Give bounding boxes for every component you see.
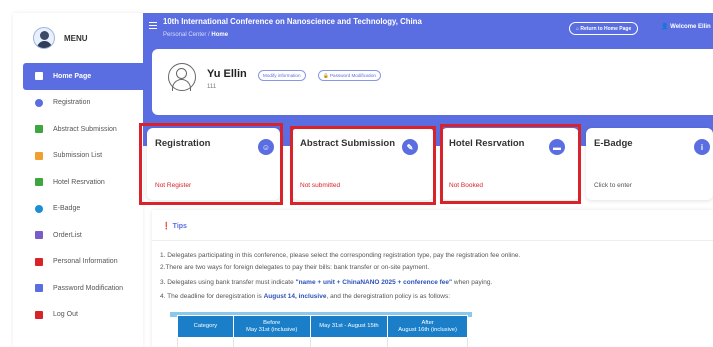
modify-information-button[interactable]: Modify information	[258, 70, 306, 81]
sidebar-item-label: Hotel Resrvation	[53, 178, 105, 186]
sidebar-item-e-badge[interactable]: E-Badge	[23, 196, 147, 223]
sidebar-item-label: Home Page	[53, 72, 92, 80]
breadcrumb-root[interactable]: Personal Center	[163, 32, 206, 38]
tip-line-1: 1. Delegates participating in this confe…	[160, 252, 521, 259]
sidebar-item-label: Password Modification	[53, 284, 124, 292]
tip-line-2: 2.There are two ways for foreign delegat…	[160, 264, 430, 271]
sidebar-item-label: OrderList	[53, 231, 82, 239]
password-modification-button[interactable]: 🔒 Password Modification	[318, 70, 381, 81]
avatar	[33, 27, 55, 49]
table-row	[177, 337, 468, 347]
sidebar-item-label: Abstract Submission	[53, 125, 117, 133]
sidebar-item-label: Personal Information	[53, 258, 118, 266]
sidebar-item-label: Submission List	[53, 152, 103, 160]
e-badge-card[interactable]: E-Badge i Click to enter	[586, 128, 713, 200]
menu-header: MENU	[13, 13, 143, 63]
home-icon	[35, 72, 43, 81]
divider	[152, 240, 713, 241]
sidebar-item-personal-information[interactable]: Personal Information	[23, 249, 147, 276]
table-header-after: After August 16th (inclusive)	[387, 315, 468, 338]
breadcrumb-current: Home	[211, 32, 229, 38]
sidebar-item-hotel-resrvation[interactable]: Hotel Resrvation	[23, 169, 147, 196]
breadcrumb-separator: /	[208, 32, 210, 38]
table-header-row: Category Before May 31st (inclusive) May …	[177, 315, 468, 338]
sidebar-item-submission-list[interactable]: Submission List	[23, 143, 147, 170]
profile-avatar-icon	[168, 63, 196, 91]
edit-icon	[35, 125, 43, 134]
table-header-category: Category	[177, 315, 234, 338]
sidebar-nav: Home Page Registration Abstract Submission…	[23, 63, 147, 328]
tips-panel: ❗ Tips 1. Delegates participating in thi…	[152, 210, 713, 347]
card-status: Click to enter	[594, 182, 632, 189]
info-icon	[35, 204, 43, 213]
user-circle-icon	[35, 98, 43, 107]
tip-line-4: 4. The deadline for deregistration is Au…	[160, 293, 451, 300]
tip-line-3: 3. Delegates using bank transfer must in…	[160, 279, 493, 286]
sidebar-item-abstract-submission[interactable]: Abstract Submission	[23, 116, 147, 143]
info-icon: i	[694, 139, 710, 155]
sidebar-item-orderlist[interactable]: OrderList	[23, 222, 147, 249]
menu-label: MENU	[64, 33, 88, 43]
tips-title: ❗ Tips	[162, 223, 187, 230]
sidebar: MENU Home Page Registration Abstract Submi…	[13, 13, 147, 347]
welcome-user[interactable]: 👤 Welcome Ellin	[661, 23, 711, 30]
conference-title: 10th International Conference on Nanosci…	[163, 17, 422, 26]
deregistration-table: Category Before May 31st (inclusive) May …	[177, 315, 468, 347]
highlight-box	[440, 124, 581, 204]
sidebar-item-home-page[interactable]: Home Page	[23, 63, 147, 90]
sidebar-item-registration[interactable]: Registration	[23, 90, 147, 117]
user-id: 111	[207, 84, 217, 90]
sidebar-item-password-modification[interactable]: Password Modification	[23, 275, 147, 302]
highlight-box	[290, 126, 436, 205]
highlight-box	[139, 123, 283, 205]
sidebar-item-label: Log Out	[53, 311, 78, 319]
profile-card: Yu Ellin 111 Modify information 🔒 Passwo…	[152, 49, 713, 115]
order-icon	[35, 231, 43, 240]
return-home-button[interactable]: ⌂ Return to Home Page	[569, 22, 639, 35]
hamburger-menu-icon[interactable]	[149, 22, 157, 29]
lock-icon	[35, 284, 43, 293]
breadcrumb: Personal Center / Home	[163, 32, 228, 38]
bed-icon	[35, 178, 43, 187]
table-header-before: Before May 31st (inclusive)	[232, 315, 311, 338]
sidebar-item-label: E-Badge	[53, 205, 81, 213]
sidebar-item-log-out[interactable]: Log Out	[23, 302, 147, 329]
list-icon	[35, 151, 43, 160]
logout-icon	[35, 310, 43, 319]
user-name: Yu Ellin	[207, 68, 247, 80]
card-title: E-Badge	[594, 138, 633, 149]
table-header-middle: May 31st - August 15th	[309, 315, 389, 338]
sidebar-item-label: Registration	[53, 99, 91, 107]
id-card-icon	[35, 257, 43, 266]
